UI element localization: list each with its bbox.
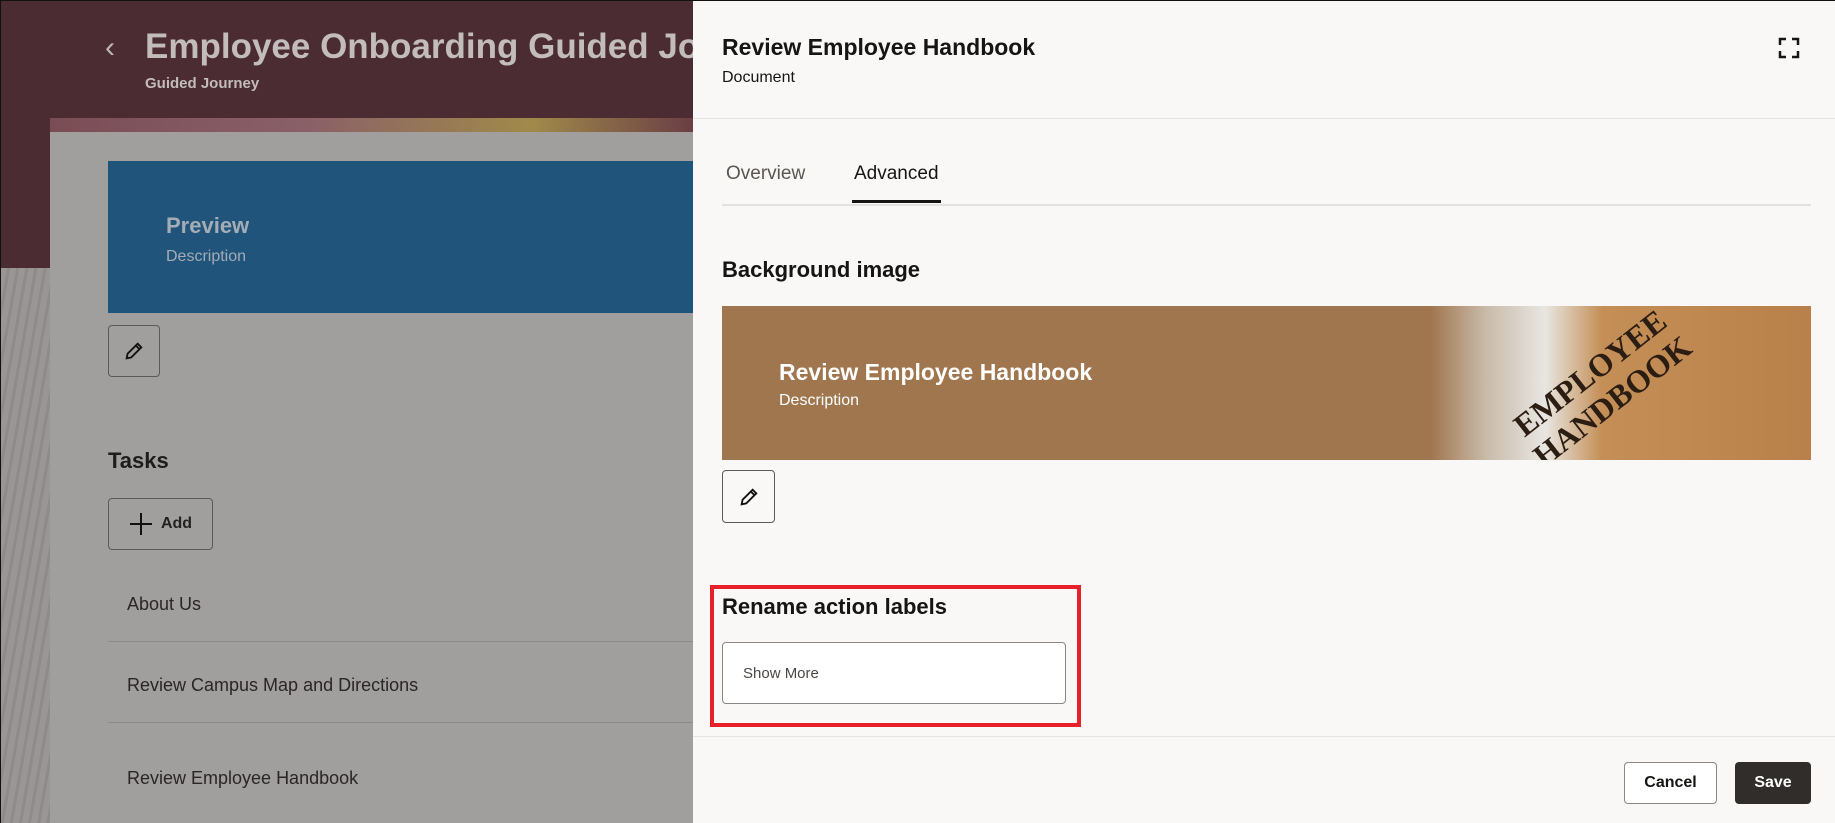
preview-description: Description xyxy=(166,248,247,265)
drawer-subtitle: Document xyxy=(722,69,795,86)
banner-title: Review Employee Handbook xyxy=(779,359,1093,385)
task-item[interactable]: Review Campus Map and Directions xyxy=(108,648,693,723)
header-divider xyxy=(693,118,1835,119)
edit-image-button[interactable] xyxy=(722,470,775,523)
tab-overview[interactable]: Overview xyxy=(726,163,805,203)
preview-title: Preview xyxy=(166,213,250,238)
page-subtitle: Guided Journey xyxy=(145,75,260,92)
header-decoration xyxy=(50,118,693,132)
banner-description: Description xyxy=(779,392,860,409)
add-label: Add xyxy=(160,515,193,532)
expand-icon[interactable] xyxy=(1778,37,1800,59)
tasks-heading: Tasks xyxy=(108,448,169,473)
handbook-image: EMPLOYEE HANDBOOK xyxy=(1431,306,1811,460)
backdrop-pattern xyxy=(1,268,50,823)
save-button[interactable]: Save xyxy=(1735,762,1811,804)
cancel-button[interactable]: Cancel xyxy=(1624,762,1717,804)
background-image-heading: Background image xyxy=(722,257,921,282)
back-chevron-icon[interactable]: ‹ xyxy=(105,31,115,65)
tab-advanced[interactable]: Advanced xyxy=(852,163,941,203)
edit-background-button[interactable] xyxy=(108,325,160,377)
footer-divider xyxy=(693,736,1835,737)
task-item[interactable]: About Us xyxy=(108,567,693,642)
plus-icon xyxy=(129,513,152,535)
page-title: Employee Onboarding Guided Jou xyxy=(145,27,693,66)
drawer-title: Review Employee Handbook xyxy=(722,34,1036,60)
pencil-icon xyxy=(125,342,143,360)
handbook-image-text: EMPLOYEE HANDBOOK xyxy=(1506,306,1699,460)
pencil-icon xyxy=(739,487,758,506)
add-task-button[interactable]: Add xyxy=(108,498,213,550)
tabs-divider xyxy=(722,204,1811,206)
show-more-button[interactable]: Show More xyxy=(722,642,1066,704)
rename-action-labels-heading: Rename action labels xyxy=(722,594,947,619)
task-item[interactable]: Review Employee Handbook xyxy=(108,741,693,816)
